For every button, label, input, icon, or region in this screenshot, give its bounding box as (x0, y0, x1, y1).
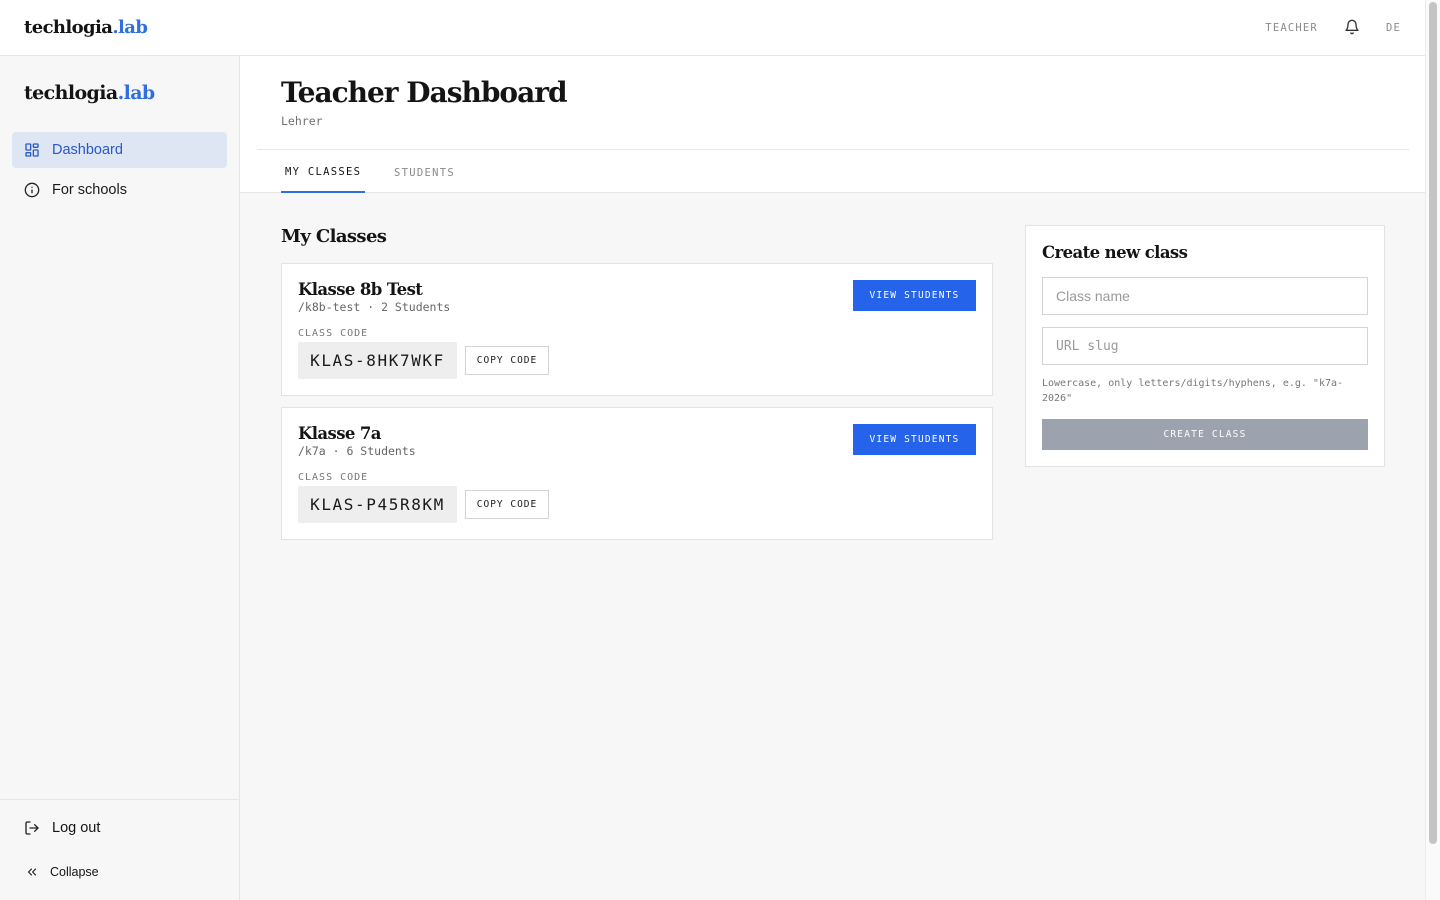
class-code-label: CLASS CODE (298, 328, 369, 339)
class-name: Klasse 7a (298, 424, 382, 443)
top-right-controls: TEACHER DE (1265, 0, 1401, 56)
class-card: Klasse 8b Test /k8b-test · 2 Students CL… (281, 263, 993, 396)
page-scrollbar[interactable] (1425, 0, 1440, 900)
page-header: Teacher Dashboard Lehrer MY CLASSES STUD… (240, 56, 1425, 193)
tab-my-classes[interactable]: MY CLASSES (281, 152, 366, 193)
chevrons-left-icon (24, 864, 40, 880)
brand-suffix: .lab (117, 82, 156, 104)
top-logo[interactable]: techlogia.lab (24, 17, 148, 38)
create-class-title: Create new class (1042, 243, 1188, 262)
class-card: Klasse 7a /k7a · 6 Students CLASS CODE K… (281, 407, 993, 540)
sidebar-item-for-schools[interactable]: For schools (12, 172, 227, 208)
scrollbar-thumb[interactable] (1429, 2, 1437, 844)
language-toggle[interactable]: DE (1386, 22, 1401, 34)
class-code: KLAS-P45R8KM (298, 486, 457, 523)
class-code: KLAS-8HK7WKF (298, 342, 457, 379)
notifications-button[interactable] (1342, 18, 1362, 38)
sidebar-item-dashboard[interactable]: Dashboard (12, 132, 227, 168)
page-title: Teacher Dashboard (281, 76, 568, 109)
class-name: Klasse 8b Test (298, 280, 423, 299)
brand-name: techlogia (24, 17, 113, 38)
sidebar-item-label: Dashboard (52, 142, 123, 158)
brand-suffix: .lab (112, 17, 148, 38)
create-class-button[interactable]: CREATE CLASS (1042, 419, 1368, 450)
role-label: TEACHER (1265, 22, 1318, 34)
section-title: My Classes (281, 226, 387, 247)
class-meta: /k8b-test · 2 Students (298, 300, 451, 314)
view-students-button[interactable]: VIEW STUDENTS (853, 424, 976, 455)
sidebar-item-label: For schools (52, 182, 127, 198)
sidebar-logo[interactable]: techlogia.lab (24, 82, 155, 104)
bell-icon (1344, 19, 1360, 38)
tab-students[interactable]: STUDENTS (390, 152, 459, 193)
logout-icon (24, 820, 40, 836)
url-slug-input[interactable] (1042, 327, 1368, 365)
class-name-input[interactable] (1042, 277, 1368, 315)
class-meta: /k7a · 6 Students (298, 444, 416, 458)
sidebar-nav: Dashboard For schools (12, 132, 227, 212)
logout-button[interactable]: Log out (24, 820, 100, 836)
main-content: Teacher Dashboard Lehrer MY CLASSES STUD… (240, 56, 1425, 900)
tabs-divider (257, 149, 1409, 150)
collapse-button[interactable]: Collapse (24, 864, 99, 880)
copy-code-button[interactable]: COPY CODE (465, 490, 549, 519)
brand-name: techlogia (24, 82, 118, 104)
logout-label: Log out (52, 820, 101, 836)
collapse-label: Collapse (50, 865, 99, 879)
slug-hint: Lowercase, only letters/digits/hyphens, … (1042, 378, 1344, 404)
copy-code-button[interactable]: COPY CODE (465, 346, 549, 375)
page-subtitle: Lehrer (281, 114, 323, 128)
class-code-label: CLASS CODE (298, 472, 369, 483)
sidebar-footer: Log out Collapse (0, 799, 239, 879)
create-class-card: Create new class Lowercase, only letters… (1025, 225, 1385, 467)
sidebar: techlogia.lab Dashboard For schools Log … (0, 56, 240, 900)
view-students-button[interactable]: VIEW STUDENTS (853, 280, 976, 311)
top-bar: techlogia.lab TEACHER DE (0, 0, 1425, 56)
info-icon (24, 182, 40, 198)
dashboard-icon (24, 142, 40, 158)
